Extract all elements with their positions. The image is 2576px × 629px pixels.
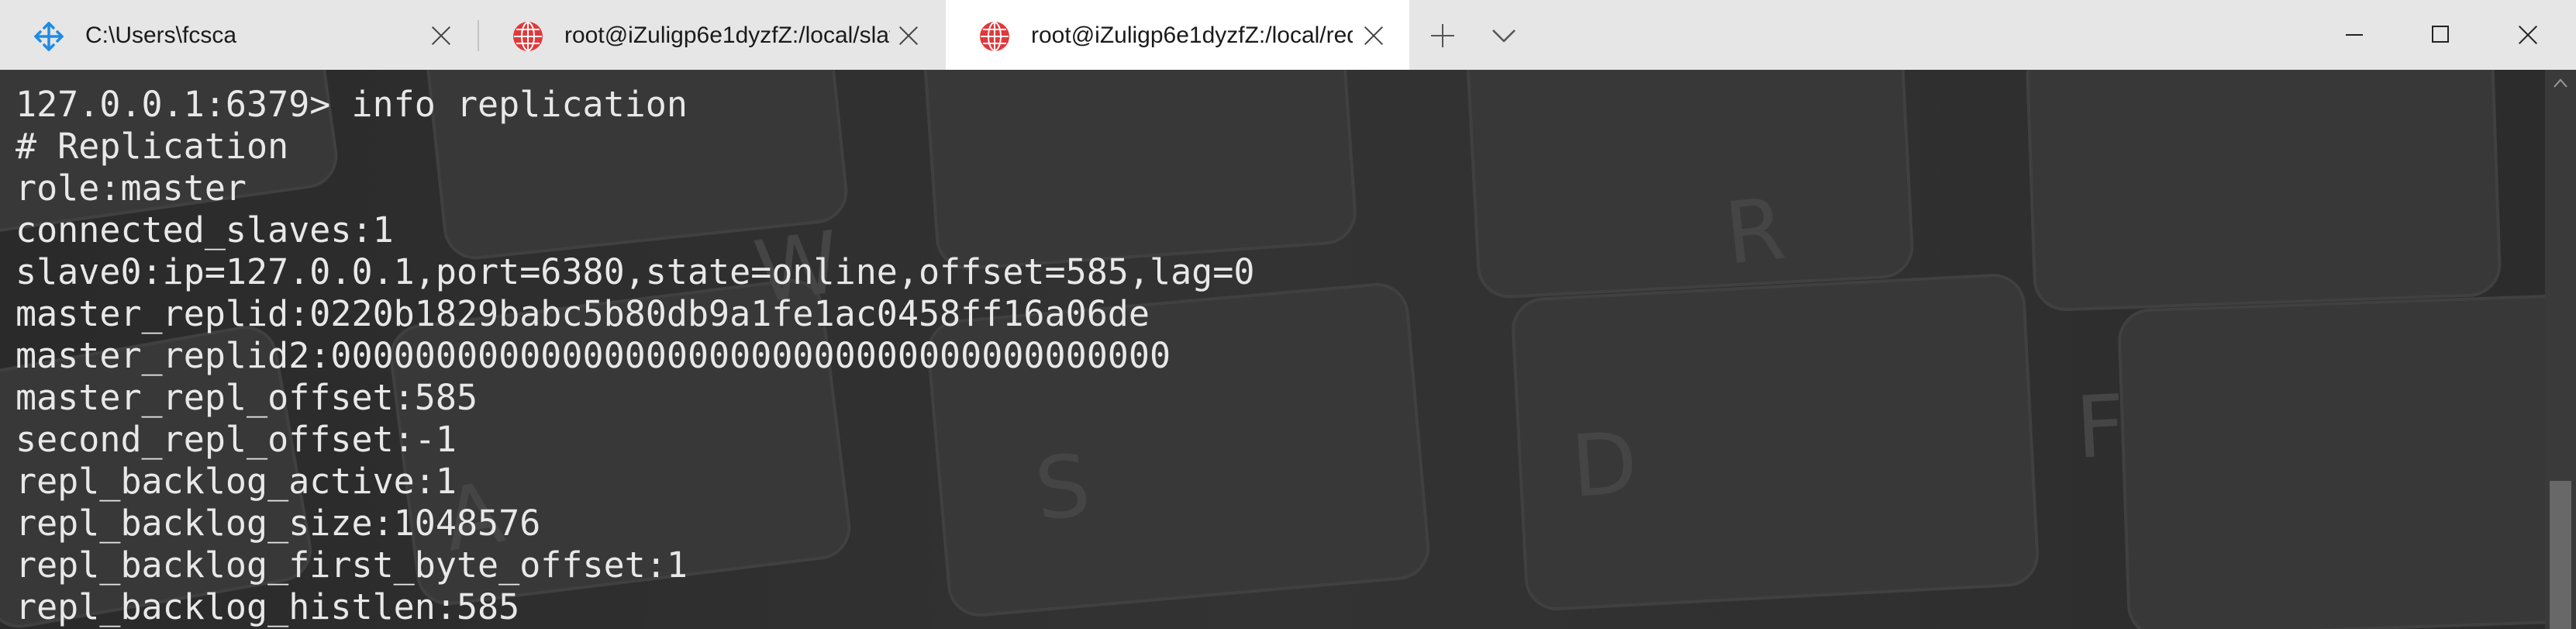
terminal-output: 127.0.0.1:6379> info replication # Replic… — [16, 84, 1254, 628]
scroll-up-arrow-icon[interactable] — [2554, 78, 2567, 92]
terminal-line: slave0:ip=127.0.0.1,port=6380,state=onli… — [16, 251, 1255, 292]
terminal-pane[interactable]: W R S D F A 127.0.0.1:6379> info replica… — [0, 70, 2545, 629]
maximize-icon[interactable] — [2397, 0, 2484, 70]
terminal-line: 127.0.0.1:6379> info replication — [16, 84, 688, 125]
move-arrows-icon — [33, 20, 65, 53]
terminal-line: repl_backlog_size:1048576 — [16, 503, 541, 544]
close-icon[interactable] — [896, 23, 921, 48]
terminal-line: connected_slaves:1 — [16, 209, 394, 251]
tab-powershell[interactable]: C:\Users\fcsca — [0, 0, 477, 70]
terminal-line: # Replication — [16, 126, 289, 167]
svg-text:R: R — [1720, 179, 1789, 284]
tab-title: root@iZuligp6e1dyzfZ:/local/slave — [564, 22, 890, 48]
terminal-line: role:master — [16, 168, 247, 209]
globe-icon — [512, 20, 544, 53]
terminal-window: C:\Users\fcsca root@iZuligp6e1dyzfZ:/loc… — [0, 0, 2576, 629]
plus-icon[interactable] — [1420, 14, 1464, 57]
close-icon[interactable] — [429, 23, 453, 48]
tab-bar: C:\Users\fcsca root@iZuligp6e1dyzfZ:/loc… — [0, 0, 2576, 70]
vertical-scrollbar[interactable] — [2545, 70, 2576, 629]
svg-text:F: F — [2074, 376, 2128, 478]
close-icon[interactable] — [2484, 0, 2576, 70]
terminal-line: second_repl_offset:-1 — [16, 419, 457, 460]
terminal-line: repl_backlog_histlen:585 — [16, 586, 520, 627]
terminal-line: master_repl_offset:585 — [16, 377, 478, 418]
close-icon[interactable] — [1361, 23, 1386, 48]
globe-icon — [978, 20, 1011, 53]
terminal-line: master_replid:0220b1829babc5b80db9a1fe1a… — [16, 293, 1150, 334]
chevron-down-icon[interactable] — [1482, 14, 1526, 57]
minimize-icon[interactable] — [2310, 0, 2397, 70]
terminal-line: repl_backlog_first_byte_offset:1 — [16, 544, 688, 586]
tab-title: root@iZuligp6e1dyzfZ:/local/redis — [1031, 22, 1353, 48]
tab-title: C:\Users\fcsca — [85, 22, 237, 48]
tab-ssh-redis[interactable]: root@iZuligp6e1dyzfZ:/local/redis — [946, 0, 1409, 70]
terminal-line: master_replid2:0000000000000000000000000… — [16, 335, 1171, 376]
svg-text:D: D — [1568, 413, 1640, 517]
scrollbar-thumb[interactable] — [2550, 481, 2571, 629]
tab-ssh-slave[interactable]: root@iZuligp6e1dyzfZ:/local/slave — [479, 0, 944, 70]
terminal-line: repl_backlog_active:1 — [16, 461, 457, 502]
